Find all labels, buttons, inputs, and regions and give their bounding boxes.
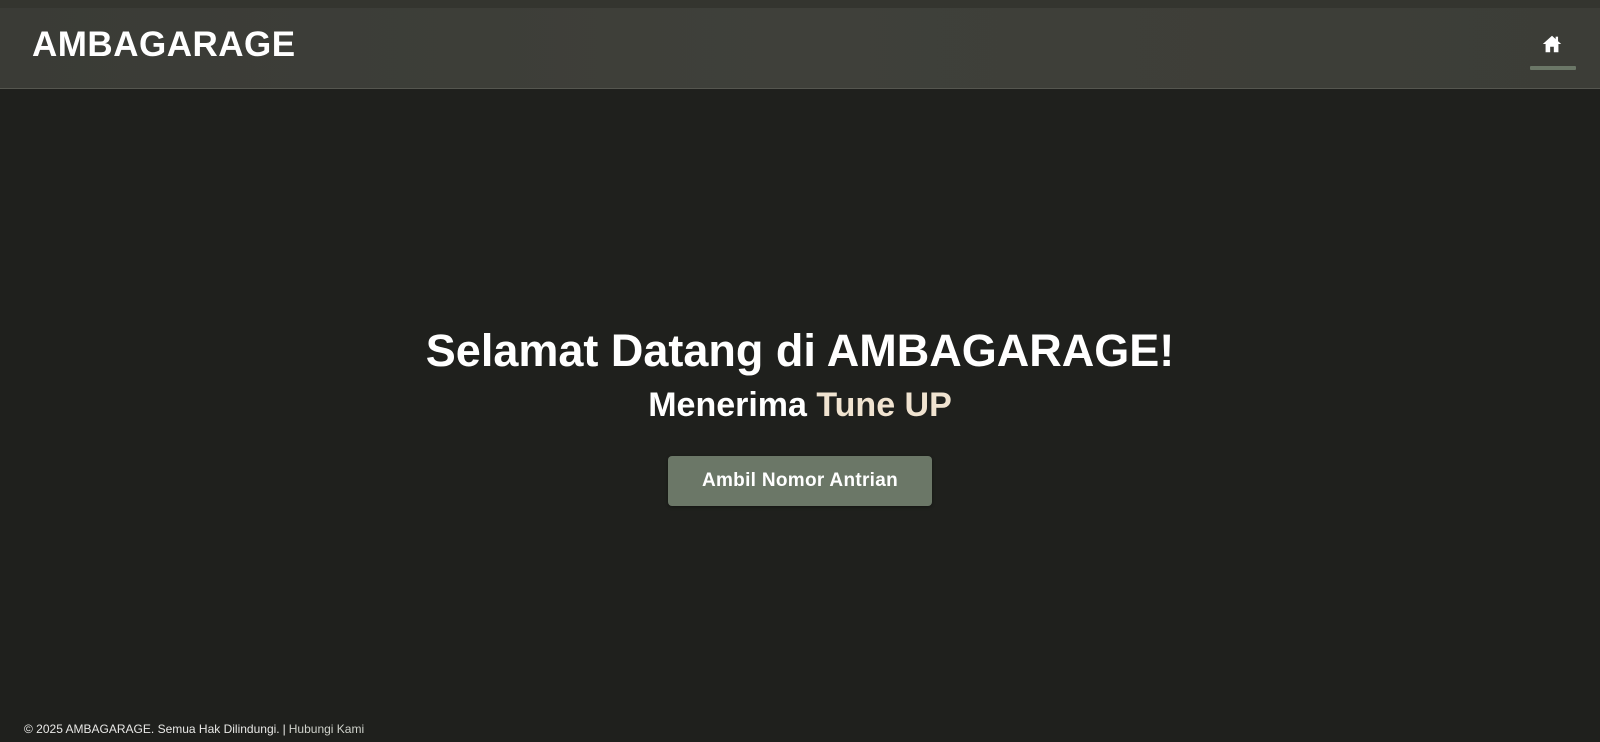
hero-subtitle: Menerima Tune UP xyxy=(0,386,1600,424)
hero-title: Selamat Datang di AMBAGARAGE! xyxy=(425,325,1175,376)
top-strip xyxy=(0,0,1600,8)
home-nav-link[interactable] xyxy=(1530,26,1576,70)
active-nav-indicator xyxy=(1530,66,1576,70)
hero-section: Selamat Datang di AMBAGARAGE! Menerima T… xyxy=(0,89,1600,709)
home-icon xyxy=(1542,35,1562,53)
contact-link[interactable]: Hubungi Kami xyxy=(289,722,364,736)
navbar: AMBAGARAGE xyxy=(0,8,1600,89)
footer-separator: | xyxy=(282,722,286,736)
take-queue-number-button[interactable]: Ambil Nomor Antrian xyxy=(668,456,932,506)
footer-copyright: © 2025 AMBAGARAGE. Semua Hak Dilindungi. xyxy=(24,722,280,736)
footer: © 2025 AMBAGARAGE. Semua Hak Dilindungi.… xyxy=(24,723,364,735)
hero-subtitle-prefix: Menerima xyxy=(648,386,807,424)
hero-subtitle-accent: Tune UP xyxy=(816,386,952,424)
brand-logo[interactable]: AMBAGARAGE xyxy=(32,27,296,62)
